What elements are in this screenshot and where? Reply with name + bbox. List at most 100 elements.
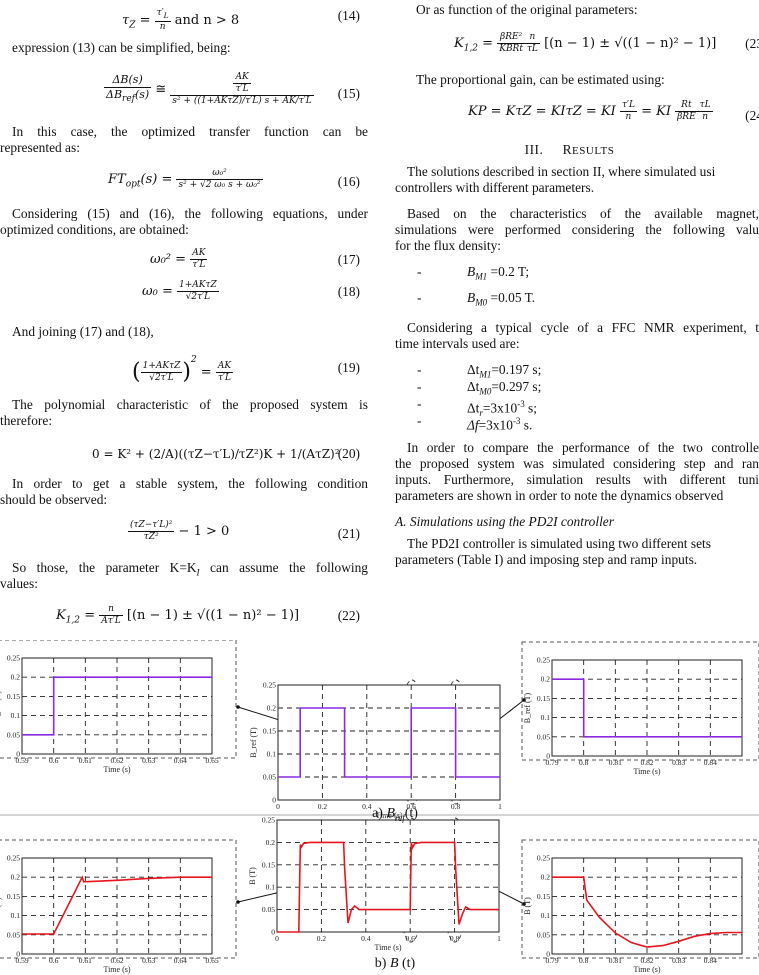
paragraph: inputs. Furthermore, simulation results … <box>395 472 759 487</box>
caption-b: b) B (t) <box>374 956 416 971</box>
equation-18: ω₀ = 1+AKτZ √2τ′L (18) <box>142 280 360 302</box>
y-tick-label: 0.15 <box>7 892 20 901</box>
y-tick-label: 0.15 <box>7 692 20 701</box>
y-tick-label: 0.25 <box>537 656 550 665</box>
equation-number: (21) <box>337 526 360 541</box>
equation-number: (22) <box>337 608 360 623</box>
y-tick-label: 0.1 <box>266 883 276 892</box>
x-tick-label: 0.63 <box>142 956 155 965</box>
x-axis-label: Time (s) <box>374 943 401 952</box>
equation-number: (19) <box>337 360 360 375</box>
plot-area <box>276 819 500 933</box>
paragraph: In order to compare the performance of t… <box>407 440 759 455</box>
paragraph: the proposed system was simulated consid… <box>395 456 759 471</box>
x-tick-label: 0.81 <box>609 758 622 767</box>
x-axis-label: Time (s) <box>103 965 130 974</box>
x-tick-label: 0.83 <box>672 956 685 965</box>
equation-number: (16) <box>337 174 360 189</box>
y-axis-label: B_ref (T) <box>0 690 2 721</box>
paragraph: In order to get a stable system, the fol… <box>12 476 368 491</box>
y-tick-label: 0.2 <box>266 838 276 847</box>
x-tick-label: 0.61 <box>79 756 92 765</box>
paragraph: The polynomial characteristic of the pro… <box>12 397 368 412</box>
subsection-heading: A. Simulations using the PD2I controller <box>395 514 614 529</box>
x-tick-label: 0.6 <box>49 956 59 965</box>
paragraph: parameters are shown in order to note th… <box>395 488 724 503</box>
equation-14: τZ = τ′L n and n > 8 (14) <box>122 8 360 32</box>
paragraph: Or as function of the original parameter… <box>416 2 638 17</box>
chart-a-main: 0 0.2 0.4 0.6 0.8 100.050.10.150.20.25Time (s… <box>249 681 502 821</box>
y-tick-label: 0 <box>16 950 20 959</box>
arrow-head <box>236 900 240 904</box>
paragraph: Considering (15) and (16), the following… <box>12 206 368 221</box>
paragraph: represented as: <box>0 140 80 155</box>
x-axis-label: Time (s) <box>633 965 660 974</box>
y-tick-label: 0.05 <box>537 732 550 741</box>
x-tick-label: 0 <box>276 802 280 811</box>
y-tick-label: 0.2 <box>541 873 551 882</box>
y-tick-label: 0.1 <box>11 711 21 720</box>
list-item: - BM1 =0.2 T; <box>417 264 530 282</box>
chart-a-left-zoom: 0.59 0.6 0.61 0.62 0.63 0.64 0.6500.050.10.150… <box>0 640 237 774</box>
paragraph: expression (13) can be simplified, being… <box>12 40 231 55</box>
paragraph: Based on the characteristics of the avai… <box>407 206 759 221</box>
equation-number: (18) <box>337 284 360 299</box>
y-tick-label: 0 <box>546 950 550 959</box>
x-axis-label: Time (s) <box>633 767 660 776</box>
x-tick-label: 0.84 <box>704 956 717 965</box>
x-tick-label: 0.8 <box>450 934 460 943</box>
y-tick-label: 0.05 <box>262 905 275 914</box>
x-tick-label: 0 <box>275 934 279 943</box>
list-item: - BM0 =0.05 T. <box>417 290 536 308</box>
paragraph: optimized conditions, are obtained: <box>0 222 189 237</box>
y-tick-label: 0.05 <box>537 930 550 939</box>
y-tick-label: 0 <box>16 750 20 759</box>
y-tick-label: 0.25 <box>7 654 20 663</box>
x-tick-label: 1 <box>498 802 502 811</box>
list-item: - ΔtM0=0.297 s; <box>417 379 542 397</box>
equation-number: (23 <box>745 36 759 51</box>
equation-16: FTopt(s) = ω₀² s² + √2 ω₀ s + ω₀² (16) <box>108 168 360 190</box>
y-axis-label: B (T) <box>248 867 257 885</box>
x-tick-label: 0.81 <box>609 956 622 965</box>
equation-number: (14) <box>337 8 360 23</box>
y-tick-label: 0 <box>272 796 276 805</box>
x-tick-label: 0.63 <box>142 756 155 765</box>
y-tick-label: 0.15 <box>262 860 275 869</box>
x-tick-label: 0.2 <box>317 934 327 943</box>
y-tick-label: 0.05 <box>7 930 20 939</box>
section-heading: III. RESULTS <box>524 142 615 157</box>
x-tick-label: 0.2 <box>318 802 328 811</box>
y-tick-label: 0.05 <box>7 730 20 739</box>
chart-a-right-zoom: 0.79 0.8 0.81 0.82 0.83 0.8400.050.10.150.20.… <box>521 641 759 776</box>
y-tick-label: 0.1 <box>11 911 21 920</box>
equation-21: (τZ−τ′L)² τZ² − 1 > 0 (21) <box>128 520 360 542</box>
paragraph: simulations were performed considering t… <box>395 222 759 237</box>
paragraph: The PD2I controller is simulated using t… <box>407 536 711 551</box>
paragraph: In this case, the optimized transfer fun… <box>12 124 368 139</box>
chart-b-main: 0 0.2 0.4 0.6 0.8 1 0 0.05 0.1 0.15 0.2 0.25 Time (s… <box>248 816 501 953</box>
x-tick-label: 0.65 <box>205 956 218 965</box>
paragraph: values: <box>0 576 38 591</box>
equation-20: 0 = K² + (2/A)((τZ−τ′L)/τZ²)K + 1/(AτZ)²… <box>92 446 360 461</box>
y-tick-label: 0.1 <box>541 911 551 920</box>
equation-number: (20) <box>337 446 360 461</box>
paragraph: parameters (Table I) and imposing step a… <box>395 552 698 567</box>
x-tick-label: 0.61 <box>79 956 92 965</box>
y-tick-label: 0.25 <box>263 681 276 690</box>
bullet-list-time: - ΔtM1=0.197 s; - ΔtM0=0.297 s; - Δtr=3x10-… <box>395 362 759 433</box>
y-tick-label: 0.15 <box>263 727 276 736</box>
y-tick-label: 0.15 <box>537 892 550 901</box>
paragraph: therefore: <box>0 413 53 428</box>
y-tick-label: 0.25 <box>537 854 550 863</box>
y-tick-label: 0 <box>546 752 550 761</box>
x-tick-label: 0.65 <box>205 756 218 765</box>
list-item: - Δf=3x10-3 s. <box>417 413 533 433</box>
x-tick-label: 0.6 <box>49 756 59 765</box>
paragraph: should be observed: <box>0 492 108 507</box>
x-tick-label: 0.62 <box>110 956 123 965</box>
y-axis-label: B_ref (T) <box>523 692 532 723</box>
equation-22: K1,2 = n Aτ′L [(n − 1) ± √((1 − n)² − 1)]… <box>56 604 360 626</box>
x-tick-label: 0.64 <box>174 956 187 965</box>
equation-24: KP = KτZ = KIτZ = KI τ′L n = KI Rt βRE τL n … <box>380 96 759 132</box>
